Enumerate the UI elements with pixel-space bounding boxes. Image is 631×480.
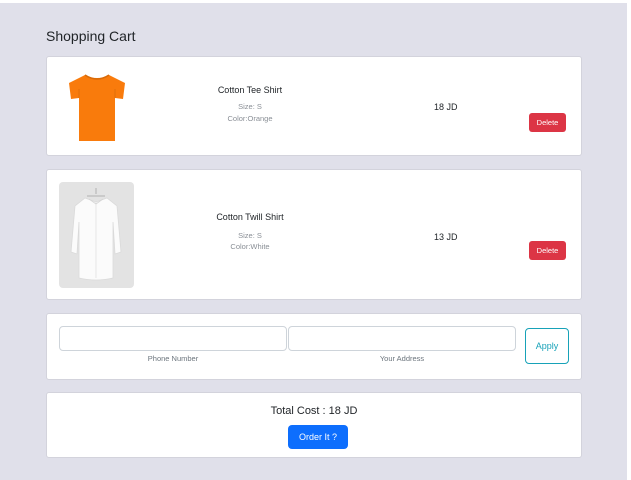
page-background: Shopping Cart Cotton Tee Shirt Size: S C… <box>0 3 627 480</box>
apply-button[interactable]: Apply <box>525 328 569 364</box>
product-color: Color:Orange <box>227 114 273 123</box>
cart-item: Cotton Tee Shirt Size: S Color:Orange 18… <box>46 56 582 156</box>
address-input[interactable] <box>288 326 516 351</box>
order-summary: Total Cost : 18 JD Order It ? <box>46 392 582 458</box>
phone-number-input[interactable] <box>59 326 287 351</box>
phone-number-label: Phone Number <box>147 354 199 363</box>
order-form: Phone Number Your Address Apply <box>46 313 582 380</box>
white-shirt-image <box>59 182 134 288</box>
product-price: 13 JD <box>434 232 458 242</box>
total-cost: Total Cost : 18 JD <box>270 405 358 417</box>
delete-button[interactable]: Delete <box>529 113 566 132</box>
product-price: 18 JD <box>434 102 458 112</box>
product-name: Cotton Twill Shirt <box>216 212 284 222</box>
order-button[interactable]: Order It ? <box>288 425 348 449</box>
delete-button[interactable]: Delete <box>529 241 566 260</box>
orange-tshirt-image <box>69 74 125 141</box>
address-label: Your Address <box>379 354 425 363</box>
product-color: Color:White <box>230 242 270 251</box>
product-size: Size: S <box>238 102 262 111</box>
cart-item: Cotton Twill Shirt Size: S Color:White 1… <box>46 169 582 300</box>
product-name: Cotton Tee Shirt <box>217 85 283 95</box>
page-title: Shopping Cart <box>46 28 136 44</box>
